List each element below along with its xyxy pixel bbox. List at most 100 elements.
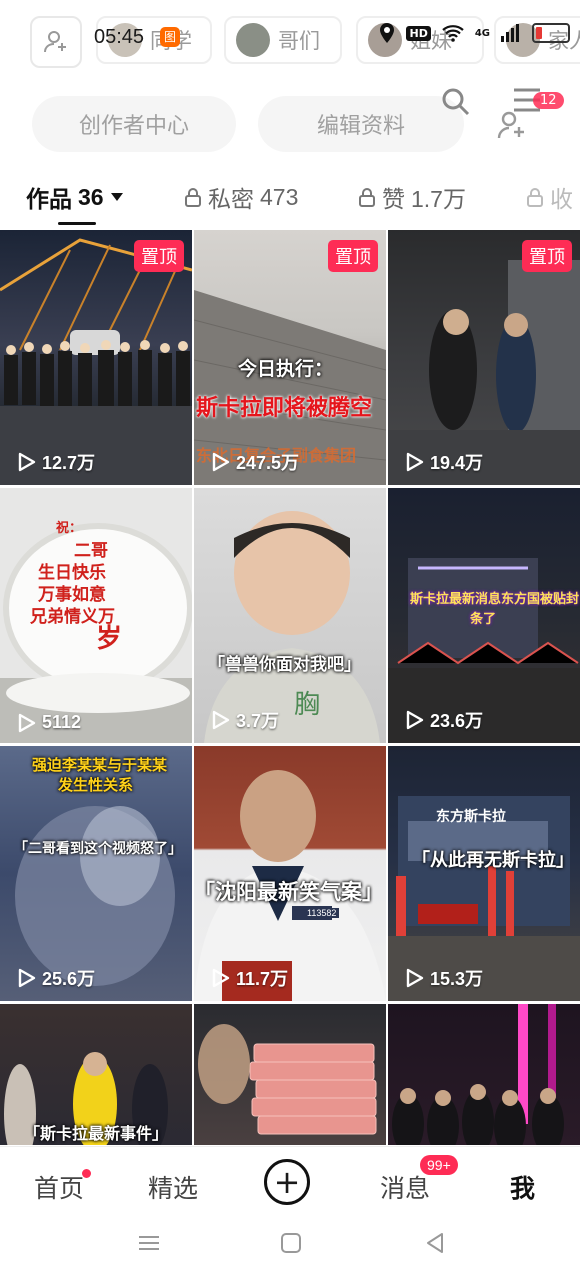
messages-badge: 99+: [420, 1155, 458, 1175]
recent-apps-icon[interactable]: [138, 1234, 160, 1252]
cake-line: 岁: [96, 624, 123, 654]
edit-profile-button[interactable]: 编辑资料: [258, 96, 464, 152]
play-icon: [406, 710, 424, 730]
tab-likes[interactable]: 赞 1.7万: [358, 180, 466, 214]
search-icon[interactable]: [440, 86, 472, 122]
location-icon: [378, 22, 396, 44]
cake-line: 万事如意: [38, 585, 106, 605]
avatar: [236, 23, 270, 57]
video-caption: 「从此再无斯卡拉」: [412, 850, 574, 871]
video-tile[interactable]: [388, 1004, 580, 1145]
pinned-badge: 置顶: [328, 240, 378, 272]
bottom-nav: 首页 精选 + 消息 99+ 我: [0, 1146, 580, 1225]
create-button[interactable]: +: [264, 1159, 310, 1205]
tab-works[interactable]: 作品 36: [26, 180, 124, 214]
view-count-value: 15.3万: [430, 969, 484, 989]
profile-actions: 创作者中心 编辑资料 12: [0, 88, 580, 156]
video-tile[interactable]: 置顶 19.4万: [388, 230, 580, 485]
video-tile[interactable]: 今日执行： 斯卡拉即将被腾空 东北日复合子副食集团 置顶 247.5万: [194, 230, 386, 485]
back-icon[interactable]: [424, 1232, 446, 1254]
video-caption-top: 今日执行：: [238, 358, 334, 380]
add-friend-button[interactable]: [30, 16, 82, 68]
tab-label: 收: [550, 187, 573, 213]
video-caption-top: 发生性关系: [58, 776, 134, 794]
video-tile[interactable]: [194, 1004, 386, 1145]
view-count: 15.3万: [406, 965, 483, 991]
video-tile[interactable]: 祝： 二哥 生日快乐 万事如意 兄弟情义万 岁 5112: [0, 488, 192, 743]
tab-private[interactable]: 私密 473: [184, 180, 298, 214]
video-thumbnail: 胸: [204, 511, 380, 743]
cake-text: 祝： 二哥 生日快乐 万事如意 兄弟情义万 岁: [30, 518, 123, 654]
tab-active-indicator: [58, 222, 96, 225]
video-tile[interactable]: 斯卡拉最新消息东方国被贴封 条了 23.6万: [388, 488, 580, 743]
cake-line: 生日快乐: [38, 563, 106, 583]
add-person-icon: [44, 31, 66, 53]
plus-icon: +: [273, 1163, 301, 1201]
tab-count: 36: [78, 183, 104, 210]
play-icon: [212, 452, 230, 472]
video-tile[interactable]: 胸 「兽兽你面对我吧」 3.7万: [194, 488, 386, 743]
video-caption: 「沈阳最新笑气案」: [194, 880, 383, 904]
play-icon: [18, 713, 36, 732]
video-caption: 「二哥看到这个视频怒了」: [14, 841, 182, 857]
menu-badge: 12: [533, 92, 564, 109]
pinned-badge: 置顶: [522, 240, 572, 272]
view-count: 5112: [18, 712, 81, 733]
video-thumbnail: [194, 770, 386, 1001]
wifi-icon: [441, 24, 465, 42]
view-count: 25.6万: [18, 965, 95, 991]
hd-icon: HD: [406, 25, 431, 41]
play-icon: [212, 710, 230, 730]
view-count: 247.5万: [212, 449, 299, 475]
video-tile[interactable]: 113582 「沈阳最新笑气案」 11.7万: [194, 746, 386, 1001]
video-tile[interactable]: 置顶 12.7万: [0, 230, 192, 485]
play-icon: [18, 452, 36, 472]
view-count: 23.6万: [406, 707, 483, 733]
lock-icon: [527, 188, 543, 207]
nav-messages[interactable]: 消息: [380, 1169, 430, 1205]
signal-icon: [500, 24, 522, 42]
view-count: 12.7万: [18, 449, 95, 475]
video-caption-top: 强迫李某某与于某某: [32, 756, 168, 774]
video-thumbnail: [198, 1024, 377, 1135]
view-count-value: 12.7万: [42, 453, 96, 473]
pinned-badge: 置顶: [134, 240, 184, 272]
video-tile[interactable]: 强迫李某某与于某某 发生性关系 「二哥看到这个视频怒了」 25.6万: [0, 746, 192, 1001]
view-count-value: 19.4万: [430, 453, 484, 473]
video-tile[interactable]: 「斯卡拉最新事件」: [0, 1004, 192, 1145]
friend-chip-label: 哥们: [278, 29, 320, 53]
video-caption-bottom: 条了: [470, 612, 497, 627]
video-thumbnail: [392, 1004, 564, 1145]
lock-icon: [185, 188, 201, 207]
nav-featured[interactable]: 精选: [148, 1169, 198, 1205]
nav-home[interactable]: 首页: [34, 1169, 84, 1205]
video-thumbnail: [388, 796, 580, 1001]
storefront-sign: 东方斯卡拉: [436, 809, 506, 825]
add-friend-icon[interactable]: [497, 110, 527, 144]
tab-count: 1.7万: [411, 186, 466, 212]
police-badge-number: 113582: [304, 908, 340, 918]
tab-label: 作品: [26, 187, 72, 213]
view-count-value: 5112: [42, 712, 82, 732]
view-count-value: 11.7万: [236, 969, 289, 989]
view-count-value: 25.6万: [42, 969, 96, 989]
play-icon: [406, 452, 424, 472]
view-count-value: 23.6万: [430, 711, 484, 731]
battery-icon: [532, 23, 570, 43]
friend-chip-buddies[interactable]: 哥们: [224, 16, 342, 64]
video-tile[interactable]: 东方斯卡拉 「从此再无斯卡拉」 15.3万: [388, 746, 580, 1001]
unread-dot: [82, 1169, 91, 1178]
tab-favorites[interactable]: 收: [526, 180, 573, 214]
notification-badge: 图: [160, 27, 180, 47]
nav-me[interactable]: 我: [510, 1169, 535, 1205]
view-count: 11.7万: [212, 965, 288, 991]
video-caption: 斯卡拉即将被腾空: [196, 396, 373, 421]
status-icons: HD 4G: [378, 22, 570, 44]
4g-icon: 4G: [474, 27, 490, 39]
video-caption: 「兽兽你面对我吧」: [208, 655, 361, 675]
video-caption: 「斯卡拉最新事件」: [24, 1124, 169, 1143]
tab-count: 473: [260, 183, 299, 210]
home-icon[interactable]: [280, 1232, 302, 1254]
creator-center-button[interactable]: 创作者中心: [32, 96, 236, 152]
top-strip: 同学 哥们 姐妹 家人 05:45 图 HD 4G: [0, 0, 580, 84]
